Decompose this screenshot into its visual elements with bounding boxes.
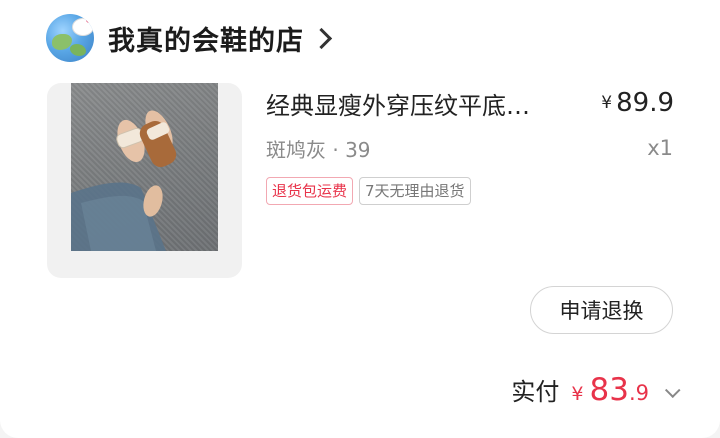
chevron-down-icon[interactable] [664, 382, 681, 399]
free-return-shipping-tag: 退货包运费 [266, 177, 354, 205]
seven-day-return-tag: 7天无理由退货 [359, 177, 471, 205]
total-paid[interactable]: 实付 ¥ 83 .9 [511, 372, 681, 408]
price-value: 89.9 [616, 88, 674, 118]
total-integer: 83 [589, 372, 629, 408]
total-currency: ¥ [571, 383, 584, 405]
chevron-right-icon[interactable] [310, 27, 333, 49]
price-currency: ¥ [601, 93, 613, 113]
product-image[interactable] [71, 83, 218, 251]
product-quantity: x1 [647, 136, 673, 160]
product-thumbnail[interactable] [47, 83, 242, 278]
shop-name[interactable]: 我真的会鞋的店 [108, 19, 304, 58]
request-return-button[interactable]: 申请退换 [530, 286, 673, 334]
order-card: 我真的会鞋的店 经典显瘦外穿压纹平底… ¥89.9 斑鸠灰 · 39 x1 退货… [0, 0, 720, 438]
product-price: ¥89.9 [601, 88, 674, 118]
service-tags: 退货包运费 7天无理由退货 [266, 177, 471, 205]
product-sku: 斑鸠灰 · 39 [266, 138, 371, 162]
shop-avatar[interactable] [46, 14, 94, 62]
total-label: 实付 [511, 378, 560, 406]
product-title[interactable]: 经典显瘦外穿压纹平底… [266, 86, 576, 121]
total-decimal: .9 [628, 381, 649, 405]
shop-header[interactable]: 我真的会鞋的店 [46, 14, 333, 62]
